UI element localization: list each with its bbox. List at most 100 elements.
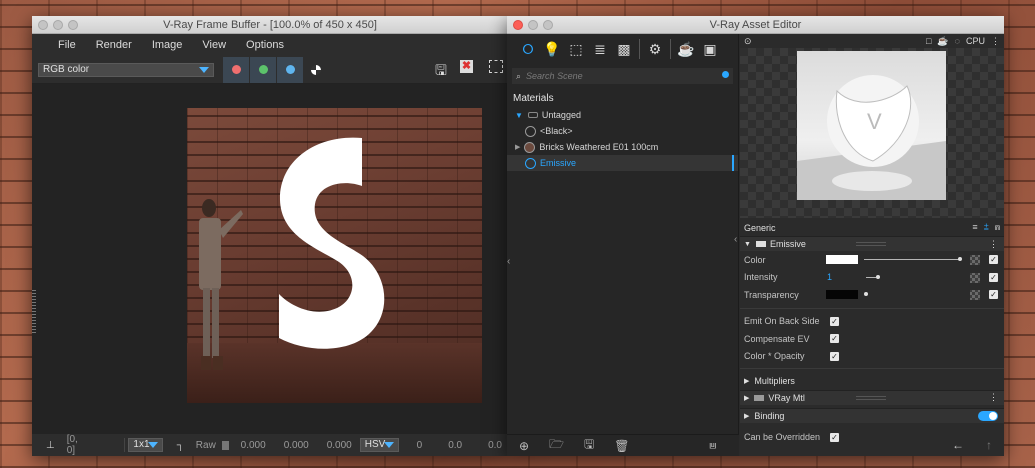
close-window-button[interactable] xyxy=(513,20,523,30)
chevron-left-icon[interactable]: ‹ xyxy=(507,256,510,267)
blue-channel-button[interactable] xyxy=(277,56,303,83)
layers-icon[interactable]: ≣ xyxy=(588,37,612,61)
menu-file[interactable]: File xyxy=(48,34,86,56)
menu-image[interactable]: Image xyxy=(142,34,193,56)
drag-handle[interactable] xyxy=(856,242,886,246)
list-item[interactable]: ▶ Bricks Weathered E01 100cm xyxy=(507,139,738,155)
color-opacity-checkbox[interactable]: ✓ xyxy=(830,351,839,361)
back-arrow-icon[interactable]: ← xyxy=(952,438,964,452)
zoom-window-button[interactable] xyxy=(543,20,553,30)
param-label: Emit On Back Side xyxy=(744,316,820,327)
up-arrow-icon[interactable]: ↑ xyxy=(986,438,992,452)
minimize-window-button[interactable] xyxy=(528,20,538,30)
slider-knob[interactable] xyxy=(864,292,868,296)
more-icon[interactable]: ⋮ xyxy=(989,239,998,250)
list-item[interactable]: <Black> xyxy=(507,123,738,139)
menu-options[interactable]: Options xyxy=(236,34,294,56)
hsv-v: 0.0 xyxy=(488,439,502,451)
device-label[interactable]: CPU xyxy=(966,36,985,47)
enable-checkbox[interactable]: ✓ xyxy=(989,272,998,282)
curve-icon[interactable]: ┐ xyxy=(171,440,190,451)
chevron-right-icon[interactable]: ▶ xyxy=(515,143,520,151)
frame-buffer-title: V-Ray Frame Buffer - [100.0% of 450 x 45… xyxy=(163,19,377,31)
materials-icon[interactable]: ⭘ xyxy=(516,37,540,61)
square-icon[interactable]: □ xyxy=(926,36,931,47)
slider-knob[interactable] xyxy=(876,274,880,279)
sliders-icon[interactable]: ≡ xyxy=(972,222,977,233)
texture-slot-icon[interactable] xyxy=(970,272,980,283)
texture-slot-icon[interactable] xyxy=(970,255,980,265)
list-item[interactable]: Emissive xyxy=(507,155,738,171)
compensate-checkbox[interactable]: ✓ xyxy=(830,334,839,344)
region-render-icon[interactable] xyxy=(489,60,503,73)
zoom-window-button[interactable] xyxy=(68,20,78,30)
intensity-value[interactable]: 1 xyxy=(827,272,832,282)
section-vray-mtl[interactable]: ▶ VRay Mtl ⋮ xyxy=(740,389,1004,405)
chevron-down-icon[interactable]: ▼ xyxy=(744,241,751,248)
texture-slot-icon[interactable] xyxy=(970,290,980,300)
chevron-right-icon[interactable]: ▶ xyxy=(744,394,749,402)
minimize-window-button[interactable] xyxy=(53,20,63,30)
resize-grip-icon[interactable] xyxy=(32,289,36,333)
section-emissive[interactable]: ▼ Emissive ⋮ xyxy=(740,236,1004,251)
frame-buffer-titlebar[interactable]: V-Ray Frame Buffer - [100.0% of 450 x 45… xyxy=(32,16,508,34)
color-slider[interactable] xyxy=(864,259,960,260)
more-icon[interactable]: ⋮ xyxy=(991,36,1000,47)
tree-group-untagged[interactable]: ▼ Untagged xyxy=(507,107,738,123)
transparency-swatch[interactable] xyxy=(826,290,858,299)
light-icon[interactable]: ◌ xyxy=(955,36,960,47)
lights-icon[interactable]: 💡 xyxy=(540,37,564,61)
enable-checkbox[interactable]: ✓ xyxy=(989,290,998,299)
save-icon[interactable]: 🖫 xyxy=(584,435,594,456)
render-elements-icon[interactable]: ▩ xyxy=(612,37,636,61)
purge-icon[interactable]: ⩏ xyxy=(709,438,716,453)
section-binding[interactable]: ▶ Binding xyxy=(740,407,1004,423)
teapot-icon[interactable]: ☕ xyxy=(937,36,948,47)
menu-render[interactable]: Render xyxy=(86,34,142,56)
section-multipliers[interactable]: ▶ Multipliers xyxy=(740,372,1004,390)
raw-g: 0.000 xyxy=(283,439,309,451)
raw-r: 0.000 xyxy=(240,439,266,451)
add-material-icon[interactable]: ⊕ xyxy=(519,439,529,453)
menu-view[interactable]: View xyxy=(192,34,236,56)
layers-icon[interactable]: ⩎ xyxy=(995,222,1000,233)
delete-icon[interactable]: 🗑 xyxy=(614,439,629,453)
open-file-icon[interactable]: 🗁 xyxy=(549,435,564,456)
binding-toggle[interactable] xyxy=(978,410,998,421)
drag-handle[interactable] xyxy=(856,395,886,400)
color-mode-select[interactable]: HSV xyxy=(359,438,399,452)
pick-icon[interactable]: ⊥ xyxy=(32,440,61,451)
asset-editor-titlebar[interactable]: V-Ray Asset Editor xyxy=(507,16,1004,34)
emit-back-checkbox[interactable]: ✓ xyxy=(830,316,839,326)
zoom-select[interactable]: 1x1 xyxy=(128,438,163,452)
channel-select[interactable]: RGB color xyxy=(38,62,214,77)
slider-knob[interactable] xyxy=(958,257,962,261)
geometry-icon[interactable]: ⬚ xyxy=(564,37,588,61)
save-image-icon[interactable]: 🖫 xyxy=(435,60,447,84)
filter-icon[interactable] xyxy=(722,71,729,78)
color-swatch[interactable] xyxy=(826,255,858,264)
green-channel-button[interactable] xyxy=(250,56,276,83)
render-teapot-icon[interactable]: ☕ xyxy=(674,37,698,61)
chevron-right-icon[interactable]: ▶ xyxy=(744,412,749,420)
chevron-left-icon[interactable]: ‹ xyxy=(734,234,737,245)
frame-buffer-window: V-Ray Frame Buffer - [100.0% of 450 x 45… xyxy=(32,16,508,456)
material-swatch xyxy=(524,141,536,153)
red-channel-button[interactable] xyxy=(223,56,249,83)
preview-mode-icon[interactable]: ⊙ xyxy=(744,36,752,47)
more-icon[interactable]: ⋮ xyxy=(989,392,998,403)
alpha-channel-button[interactable] xyxy=(303,57,329,83)
chevron-right-icon[interactable]: ▶ xyxy=(744,377,749,385)
search-scene-field[interactable]: ⌕ Search Scene xyxy=(512,68,733,84)
clear-image-icon[interactable]: ✖ xyxy=(460,60,473,73)
add-layer-icon[interactable]: ⩲ xyxy=(984,222,989,233)
render-viewport[interactable] xyxy=(32,84,508,436)
settings-icon[interactable]: ⚙ xyxy=(643,37,667,61)
close-window-button[interactable] xyxy=(38,20,48,30)
frame-buffer-icon[interactable]: ▣ xyxy=(698,37,722,61)
intensity-slider[interactable] xyxy=(866,276,876,278)
raw-b: 0.000 xyxy=(326,439,352,451)
asset-category-bar: ⭘ 💡 ⬚ ≣ ▩ ⚙ ☕ ▣ xyxy=(507,34,738,64)
chevron-down-icon[interactable]: ▼ xyxy=(515,111,523,120)
enable-checkbox[interactable]: ✓ xyxy=(989,255,998,264)
